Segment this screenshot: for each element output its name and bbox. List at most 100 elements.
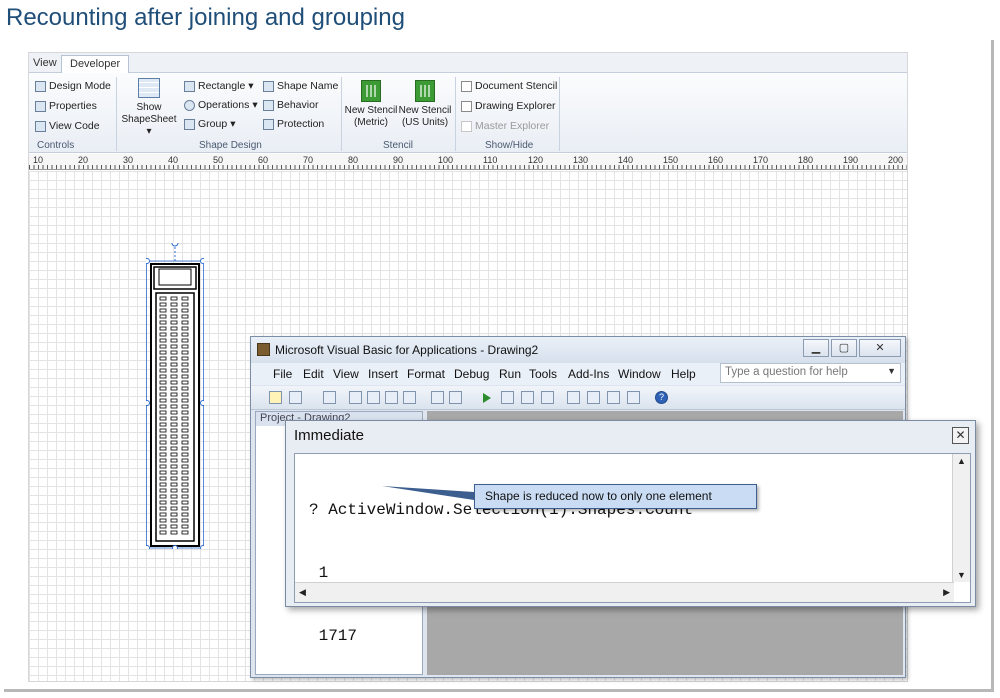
horizontal-scrollbar[interactable]: ◀ ▶ xyxy=(295,582,954,602)
ruler-label: 20 xyxy=(78,155,89,165)
vba-app-icon xyxy=(257,343,270,356)
menu-tools[interactable]: Tools xyxy=(529,367,557,381)
drawing-explorer-label: Drawing Explorer xyxy=(475,100,556,112)
ruler-label: 170 xyxy=(753,155,769,165)
protection-icon xyxy=(263,118,274,130)
menu-help[interactable]: Help xyxy=(671,367,696,381)
ribbon: Design Mode Properties View Code Control… xyxy=(29,73,907,153)
break-icon[interactable] xyxy=(501,391,514,404)
insert-userform-icon[interactable] xyxy=(289,391,302,404)
help-search-input[interactable]: Type a question for help ▼ xyxy=(720,363,901,383)
menu-window[interactable]: Window xyxy=(618,367,661,381)
ruler-label: 100 xyxy=(438,155,454,165)
ruler-label: 130 xyxy=(573,155,589,165)
copy-icon[interactable] xyxy=(367,391,380,404)
shape-name-button[interactable]: Shape Name xyxy=(263,80,338,92)
ruler-label: 160 xyxy=(708,155,724,165)
connector-shape[interactable] xyxy=(144,239,206,551)
close-icon[interactable]: ✕ xyxy=(952,427,969,444)
tab-view[interactable]: View xyxy=(29,55,65,73)
view-object-icon[interactable] xyxy=(269,391,282,404)
object-browser-icon[interactable] xyxy=(607,391,620,404)
toolbox-icon[interactable] xyxy=(627,391,640,404)
shape-design-group-label: Shape Design xyxy=(199,140,262,151)
minimize-button[interactable]: ▁ xyxy=(803,339,829,357)
find-icon[interactable] xyxy=(403,391,416,404)
behavior-icon xyxy=(263,99,274,111)
chevron-down-icon: ▾ xyxy=(230,118,236,130)
group-button[interactable]: Group ▾ xyxy=(184,118,235,130)
view-code-icon xyxy=(35,120,46,132)
view-code-button[interactable]: View Code xyxy=(35,120,100,132)
new-stencil-us-label: New Stencil xyxy=(398,105,452,116)
show-hide-group-label: Show/Hide xyxy=(485,140,534,151)
chevron-down-icon: ▾ xyxy=(248,80,254,92)
vertical-scrollbar[interactable]: ▲ ▼ xyxy=(952,454,970,582)
vba-menu-bar: File Edit View Insert Format Debug Run T… xyxy=(251,363,905,385)
new-stencil-us-button[interactable]: New Stencil (US Units) xyxy=(397,80,453,129)
chevron-down-icon: ▾ xyxy=(252,99,258,111)
shape-name-icon xyxy=(263,80,274,92)
show-shapesheet-button[interactable]: Show ShapeSheet ▾ xyxy=(118,78,180,138)
drawing-explorer-checkbox[interactable]: Drawing Explorer xyxy=(461,100,556,112)
close-button[interactable]: ✕ xyxy=(859,339,901,357)
immediate-window: Immediate ✕ ? ActiveWindow.Selection(1).… xyxy=(285,420,976,645)
scroll-left-icon[interactable]: ◀ xyxy=(299,587,306,598)
shapesheet-icon xyxy=(138,78,160,98)
vba-title-bar[interactable]: Microsoft Visual Basic for Applications … xyxy=(251,337,905,363)
stencil-group-label: Stencil xyxy=(383,140,414,151)
menu-edit[interactable]: Edit xyxy=(303,367,324,381)
document-stencil-checkbox[interactable]: Document Stencil xyxy=(461,80,557,92)
ruler-label: 40 xyxy=(168,155,179,165)
redo-icon[interactable] xyxy=(449,391,462,404)
ruler-label: 120 xyxy=(528,155,544,165)
view-code-label: View Code xyxy=(49,120,100,132)
menu-debug[interactable]: Debug xyxy=(454,367,489,381)
scroll-down-icon[interactable]: ▼ xyxy=(957,570,966,580)
menu-add-ins[interactable]: Add-Ins xyxy=(568,367,609,381)
behavior-button[interactable]: Behavior xyxy=(263,99,318,111)
menu-run[interactable]: Run xyxy=(499,367,521,381)
design-mode-label: Design Mode xyxy=(49,80,111,92)
menu-file[interactable]: File xyxy=(273,367,292,381)
run-icon[interactable] xyxy=(483,393,491,403)
rectangle-button[interactable]: Rectangle ▾ xyxy=(184,80,254,92)
tab-developer[interactable]: Developer xyxy=(61,55,130,73)
new-stencil-metric-button[interactable]: New Stencil (Metric) xyxy=(343,80,399,129)
reset-icon[interactable] xyxy=(521,391,534,404)
menu-insert[interactable]: Insert xyxy=(368,367,398,381)
design-mode-icon[interactable] xyxy=(541,391,554,404)
operations-button[interactable]: Operations ▾ xyxy=(184,99,258,111)
controls-group-label: Controls xyxy=(37,140,75,151)
save-icon[interactable] xyxy=(323,391,336,404)
scroll-up-icon[interactable]: ▲ xyxy=(957,456,966,466)
properties-window-icon[interactable] xyxy=(587,391,600,404)
callout-box: Shape is reduced now to only one element xyxy=(474,484,757,509)
project-explorer-icon[interactable] xyxy=(567,391,580,404)
design-mode-button[interactable]: Design Mode xyxy=(35,80,111,92)
chevron-down-icon: ▼ xyxy=(887,366,896,376)
ribbon-separator xyxy=(116,77,117,151)
undo-icon[interactable] xyxy=(431,391,444,404)
paste-icon[interactable] xyxy=(385,391,398,404)
menu-view[interactable]: View xyxy=(333,367,359,381)
help-icon[interactable]: ? xyxy=(655,391,668,404)
checkbox-icon xyxy=(461,80,472,92)
menu-format[interactable]: Format xyxy=(407,367,445,381)
ribbon-separator xyxy=(559,77,560,151)
ruler-label: 90 xyxy=(393,155,404,165)
help-search-placeholder: Type a question for help xyxy=(725,366,848,378)
maximize-button[interactable]: ▢ xyxy=(831,339,857,357)
properties-button[interactable]: Properties xyxy=(35,100,97,112)
checkbox-icon xyxy=(461,100,472,112)
immediate-editor[interactable]: ? ActiveWindow.Selection(1).Shapes.Count… xyxy=(294,453,971,645)
ruler-label: 50 xyxy=(213,155,224,165)
immediate-title: Immediate xyxy=(294,427,365,444)
ruler-label: 110 xyxy=(483,155,498,165)
ruler-label: 80 xyxy=(348,155,359,165)
cut-icon[interactable] xyxy=(349,391,362,404)
window-controls: ▁ ▢ ✕ xyxy=(803,339,901,357)
protection-button[interactable]: Protection xyxy=(263,118,324,130)
new-stencil-metric-label-2: (Metric) xyxy=(354,117,388,128)
scroll-right-icon[interactable]: ▶ xyxy=(943,587,950,598)
